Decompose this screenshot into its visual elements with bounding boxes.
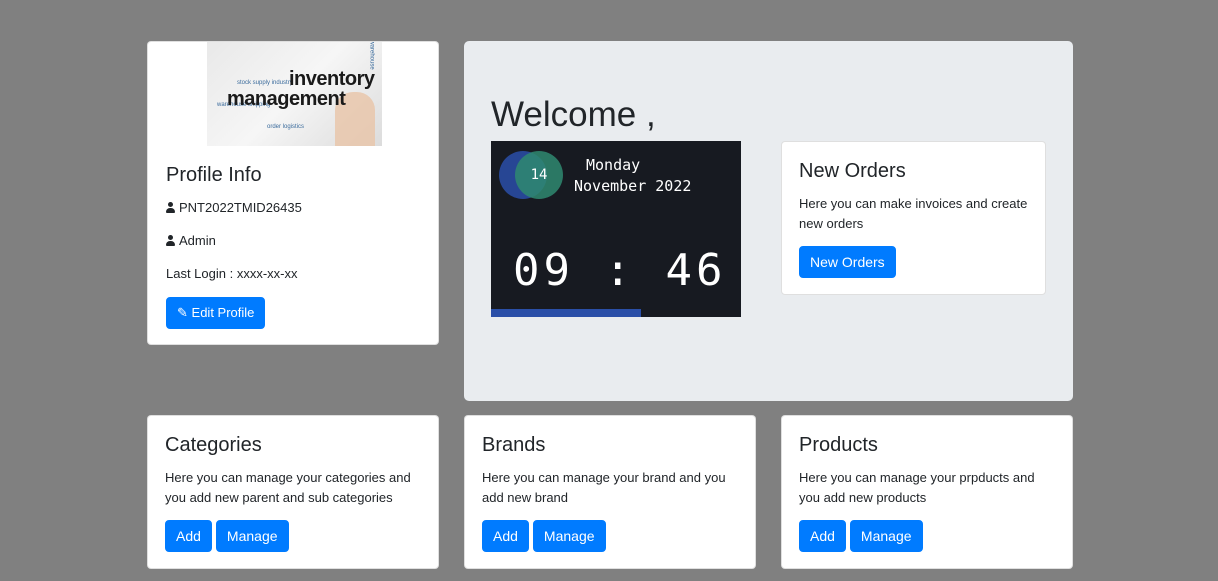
inventory-management-logo: stock supply industry warehouse shipping… [207, 42, 382, 146]
month-year: November 2022 [574, 177, 692, 195]
user-icon [166, 202, 175, 213]
clock-time: 09 : 46 [513, 245, 727, 296]
brands-add-button[interactable]: Add [482, 520, 529, 552]
logo-word-management: management [227, 88, 346, 110]
user-id-line: PNT2022TMID26435 [166, 200, 302, 215]
products-text: Here you can manage your prpducts and yo… [799, 470, 1035, 505]
new-orders-button[interactable]: New Orders [799, 246, 896, 278]
new-orders-text: Here you can make invoices and create ne… [799, 196, 1028, 231]
role-line: Admin [166, 233, 216, 248]
user-id: PNT2022TMID26435 [179, 200, 302, 215]
brands-actions: Add Manage [482, 520, 606, 552]
edit-profile-button[interactable]: ✎ Edit Profile [166, 297, 266, 329]
categories-text: Here you can manage your categories and … [165, 470, 411, 505]
categories-title: Categories [165, 434, 262, 456]
categories-actions: Add Manage [165, 520, 289, 552]
clock-progress-bar [491, 309, 641, 317]
products-add-button[interactable]: Add [799, 520, 846, 552]
clock-widget: 14 Monday November 2022 09 : 46 [491, 141, 741, 317]
products-actions: Add Manage [799, 520, 923, 552]
brands-manage-button[interactable]: Manage [532, 520, 606, 552]
edit-profile-label: Edit Profile [191, 305, 255, 320]
categories-card: Categories Here you can manage your cate… [147, 415, 439, 569]
products-manage-button[interactable]: Manage [849, 520, 923, 552]
new-orders-card: New Orders Here you can make invoices an… [781, 141, 1046, 295]
last-login: Last Login : xxxx-xx-xx [166, 266, 298, 281]
products-title: Products [799, 434, 878, 456]
welcome-title: Welcome , [491, 95, 656, 134]
new-orders-title: New Orders [799, 160, 906, 182]
profile-title: Profile Info [166, 164, 262, 186]
brands-text: Here you can manage your brand and you a… [482, 470, 726, 505]
day-number: 14 [530, 167, 548, 183]
day-name: Monday [586, 156, 641, 174]
profile-card: stock supply industry warehouse shipping… [147, 41, 439, 345]
brands-title: Brands [482, 434, 546, 456]
user-role: Admin [179, 233, 216, 248]
last-login-text: Last Login : xxxx-xx-xx [166, 266, 298, 281]
categories-manage-button[interactable]: Manage [215, 520, 289, 552]
products-card: Products Here you can manage your prpduc… [781, 415, 1073, 569]
user-icon [166, 235, 175, 246]
edit-icon: ✎ [177, 305, 188, 320]
welcome-panel: Welcome , 14 Monday November 2022 09 : 4… [464, 41, 1073, 401]
categories-add-button[interactable]: Add [165, 520, 212, 552]
brands-card: Brands Here you can manage your brand an… [464, 415, 756, 569]
